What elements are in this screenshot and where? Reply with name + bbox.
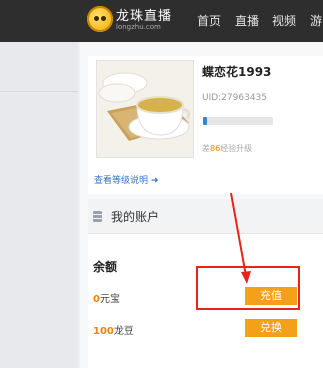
annotation-arrow-icon (230, 192, 251, 284)
